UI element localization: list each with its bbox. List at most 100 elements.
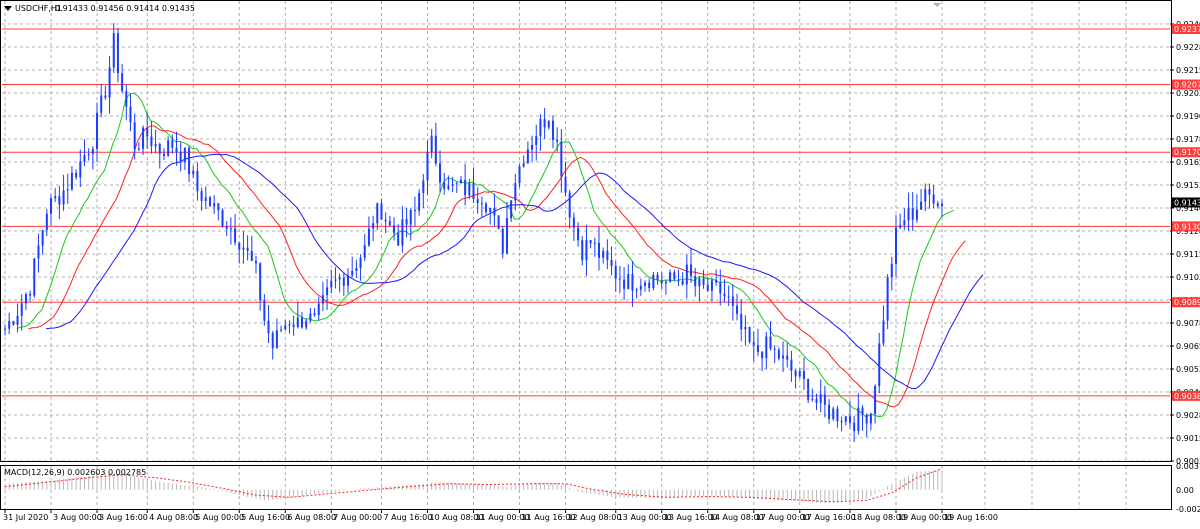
level-price-tag: 0.91305 — [1172, 221, 1200, 232]
candle-body — [351, 270, 354, 276]
candle-body — [263, 300, 266, 321]
candle-body — [802, 370, 805, 379]
candle-body — [710, 280, 713, 291]
candle-body — [505, 218, 508, 254]
candle-body — [903, 220, 906, 226]
candle-body — [828, 404, 831, 419]
candle-body — [367, 228, 370, 246]
candle-body — [844, 416, 847, 422]
candle-body — [539, 119, 542, 137]
candle-body — [150, 136, 153, 147]
candle-body — [581, 240, 584, 261]
candle-body — [832, 408, 835, 419]
candle-body — [798, 370, 801, 377]
candle-body — [644, 282, 647, 286]
y-tick-label: 0.91530 — [1176, 181, 1200, 190]
candle-body — [669, 272, 672, 282]
chart-root: 0.924050.922800.921550.920300.919050.917… — [0, 0, 1200, 525]
candle-body — [50, 198, 53, 214]
candle-body — [4, 328, 6, 330]
candle-body — [326, 287, 329, 296]
candle-body — [108, 67, 111, 98]
candle-body — [380, 203, 383, 220]
candle-body — [313, 313, 316, 316]
candle-body — [451, 184, 454, 186]
candle-body — [183, 147, 186, 163]
candle-body — [296, 317, 299, 327]
candle-body — [874, 386, 877, 414]
trading-chart[interactable]: 0.924050.922800.921550.920300.919050.917… — [0, 0, 1200, 525]
candle-body — [162, 153, 165, 156]
candle-body — [321, 295, 324, 304]
candle-body — [915, 209, 918, 220]
candle-body — [819, 394, 822, 403]
candle-body — [639, 285, 642, 290]
candle-body — [920, 201, 923, 210]
y-tick-label: 0.92155 — [1176, 66, 1200, 75]
candle-body — [221, 210, 224, 227]
candle-body — [531, 144, 534, 150]
x-tick-label: 4 Aug 08:00 — [149, 513, 198, 522]
candle-body — [58, 196, 61, 205]
candle-body — [635, 289, 638, 291]
level-price-label: 0.92076 — [1174, 81, 1200, 90]
level-price-tag: 0.90893 — [1172, 297, 1200, 308]
x-tick-label: 3 Aug 16:00 — [99, 513, 148, 522]
candle-body — [702, 278, 705, 285]
candle-body — [664, 281, 667, 284]
candle-body — [300, 317, 303, 328]
candle-body — [572, 217, 575, 228]
candle-body — [83, 155, 86, 162]
candle-body — [37, 245, 40, 259]
candle-body — [468, 183, 471, 196]
candle-body — [690, 264, 693, 277]
candle-body — [125, 91, 128, 107]
candle-body — [472, 183, 475, 200]
candle-body — [928, 189, 931, 195]
candle-body — [853, 422, 856, 432]
candle-body — [41, 230, 44, 246]
candle-body — [388, 221, 391, 226]
candle-body — [200, 191, 203, 201]
candle-body — [234, 228, 237, 243]
candle-body — [62, 190, 65, 205]
candle-body — [585, 240, 588, 261]
candle-body — [455, 183, 458, 185]
candle-body — [238, 242, 241, 250]
candle-body — [284, 325, 287, 330]
candle-body — [242, 247, 245, 250]
candle-body — [748, 326, 751, 343]
candle-body — [79, 161, 82, 178]
candle-body — [656, 274, 659, 281]
candle-body — [773, 348, 776, 350]
macd-title: MACD(12,26,9) 0.002603 0.002785 — [4, 468, 146, 477]
y-tick-label: 0.91155 — [1176, 250, 1200, 259]
candle-body — [91, 148, 94, 155]
candle-body — [878, 343, 881, 387]
candle-body — [129, 106, 132, 123]
level-price-label: 0.91305 — [1174, 222, 1200, 231]
candle-body — [677, 279, 680, 281]
x-tick-label: 5 Aug 16:00 — [241, 513, 290, 522]
candle-body — [254, 260, 257, 264]
candle-body — [280, 329, 283, 331]
candle-body — [869, 413, 872, 424]
candle-body — [840, 421, 843, 423]
candle-body — [401, 219, 404, 246]
y-tick-label: 0.90655 — [1176, 342, 1200, 351]
candle-body — [422, 180, 425, 194]
candle-body — [229, 228, 232, 230]
candle-body — [330, 280, 333, 288]
candle-body — [593, 242, 596, 244]
candle-body — [342, 277, 345, 286]
candle-body — [882, 320, 885, 344]
y-tick-label: 0.90155 — [1176, 434, 1200, 443]
candle-body — [246, 247, 249, 251]
candle-body — [121, 73, 124, 92]
candle-body — [769, 336, 772, 349]
candle-body — [196, 170, 199, 192]
candle-body — [941, 203, 943, 207]
candle-body — [794, 370, 797, 377]
candle-body — [347, 275, 350, 286]
candle-body — [756, 345, 759, 352]
